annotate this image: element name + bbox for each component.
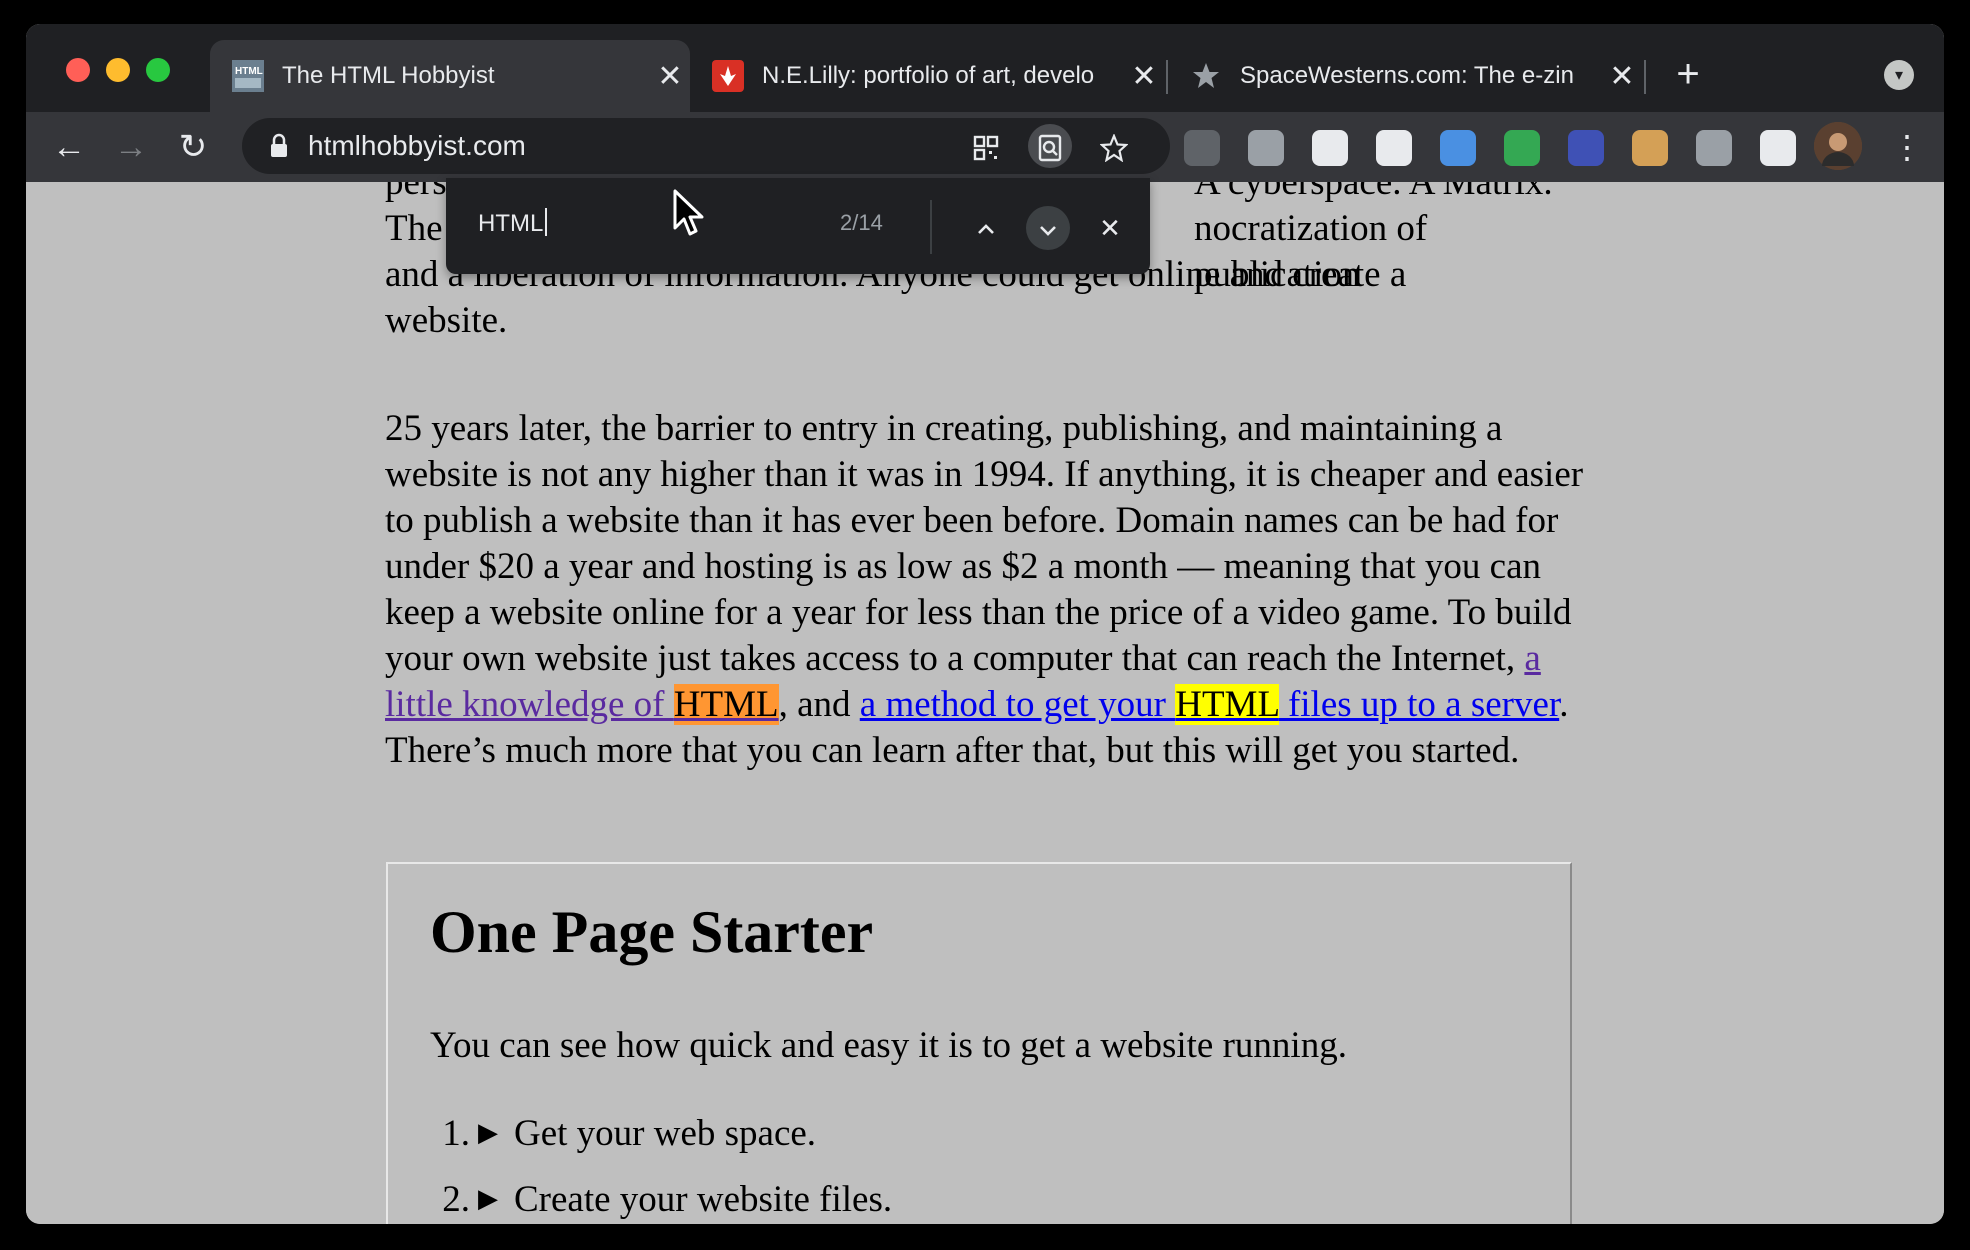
- disclosure-triangle-icon[interactable]: ▶: [478, 1118, 498, 1148]
- svg-text:HTML: HTML: [235, 66, 263, 77]
- screen-extension-icon[interactable]: [1440, 130, 1476, 166]
- cookie-extension-icon[interactable]: [1632, 130, 1668, 166]
- current-find-match: HTML: [673, 684, 779, 725]
- barrier-paragraph: 25 years later, the barrier to entry in …: [385, 406, 1599, 774]
- camera-extension-icon[interactable]: [1696, 130, 1732, 166]
- tab-nelilly[interactable]: N.E.Lilly: portfolio of art, develo ✕: [690, 40, 1164, 112]
- starter-steps: 1. ▶ Get your web space. 2. ▶ Create you…: [430, 1100, 892, 1224]
- browser-menu-icon[interactable]: ⋮: [1882, 122, 1932, 172]
- close-tab-icon[interactable]: ✕: [650, 59, 690, 94]
- extension-7-icon[interactable]: [1568, 130, 1604, 166]
- step-number: 2.: [442, 1178, 470, 1220]
- target-extension-icon[interactable]: [1248, 130, 1284, 166]
- new-tab-button[interactable]: +: [1666, 54, 1710, 98]
- paragraph-text: nocratization of publication: [1194, 208, 1428, 295]
- close-window-button[interactable]: [66, 58, 90, 82]
- find-divider: [930, 200, 932, 254]
- paragraph-text: 25 years later, the barrier to entry in …: [385, 408, 1584, 679]
- react-devtools-icon[interactable]: [1312, 130, 1348, 166]
- lock-icon[interactable]: [266, 132, 292, 160]
- close-tab-icon[interactable]: ✕: [1602, 59, 1642, 94]
- mouse-pointer-icon: [673, 189, 704, 236]
- tab-title: SpaceWesterns.com: The e-zin: [1240, 62, 1574, 89]
- starter-heading: One Page Starter: [430, 899, 874, 965]
- back-button[interactable]: ←: [44, 122, 94, 172]
- extension-4-icon[interactable]: [1376, 130, 1412, 166]
- spacewesterns-favicon-icon: [1190, 60, 1222, 92]
- find-in-page-icon[interactable]: [1028, 124, 1072, 168]
- tab-search-button[interactable]: ▾: [1884, 60, 1914, 90]
- zoom-window-button[interactable]: [146, 58, 170, 82]
- step-label[interactable]: Get your web space.: [514, 1112, 816, 1155]
- tab-html-hobbyist[interactable]: HTML The HTML Hobbyist ✕: [210, 40, 690, 112]
- tab-title: The HTML Hobbyist: [282, 62, 495, 89]
- step-label[interactable]: Create your website files.: [514, 1178, 892, 1221]
- find-bar: HTML 2/14 ✕: [446, 178, 1150, 274]
- nelilly-favicon-icon: [712, 60, 744, 92]
- next-match-chevron-down-icon[interactable]: [1026, 206, 1070, 250]
- step-number: 1.: [442, 1112, 470, 1154]
- one-page-starter-box: One Page Starter You can see how quick a…: [386, 862, 1572, 1224]
- address-bar[interactable]: htmlhobbyist.com: [242, 118, 1170, 174]
- starter-step-item[interactable]: 2. ▶ Create your website files.: [430, 1166, 892, 1224]
- reload-button[interactable]: ↻: [168, 122, 218, 172]
- starter-step-item[interactable]: 1. ▶ Get your web space.: [430, 1100, 892, 1166]
- find-query-text: HTML: [478, 210, 544, 237]
- tab-spacewesterns[interactable]: SpaceWesterns.com: The e-zin ✕: [1168, 40, 1642, 112]
- browser-window: HTML The HTML Hobbyist ✕ N.E.Lilly: port…: [26, 24, 1944, 1224]
- extension-1-icon[interactable]: [1184, 130, 1220, 166]
- disclosure-triangle-icon[interactable]: ▶: [478, 1184, 498, 1214]
- find-match-count: 2/14: [840, 210, 883, 235]
- minimize-window-button[interactable]: [106, 58, 130, 82]
- paragraph-text: A cyberspace. A Matrix.: [1194, 182, 1553, 203]
- upload-files-link[interactable]: a method to get your HTML files up to a …: [860, 684, 1559, 725]
- paragraph-text: pers: [385, 182, 447, 203]
- toolbar: ← → ↻ htmlhobbyist.com ⋮: [26, 112, 1944, 183]
- text-caret: [545, 208, 548, 236]
- html-hobbyist-favicon-icon: HTML: [232, 60, 264, 92]
- qr-code-icon[interactable]: [964, 124, 1008, 168]
- find-match-highlight: HTML: [1175, 684, 1279, 725]
- bookmark-star-icon[interactable]: [1092, 124, 1136, 168]
- puzzle-extensions-icon[interactable]: [1760, 130, 1796, 166]
- previous-match-chevron-up-icon[interactable]: [964, 206, 1008, 250]
- starter-intro: You can see how quick and easy it is to …: [430, 1025, 1347, 1066]
- tab-separator: [1644, 60, 1646, 94]
- link-text: files up to a server: [1278, 684, 1560, 725]
- paragraph-text: The: [385, 208, 443, 249]
- page-content: pers A cyberspace. A Matrix. The nocrati…: [26, 182, 1944, 1224]
- tab-title: N.E.Lilly: portfolio of art, develo: [762, 62, 1095, 89]
- url-text[interactable]: htmlhobbyist.com: [308, 130, 526, 162]
- find-input[interactable]: HTML: [478, 208, 548, 238]
- tab-strip: HTML The HTML Hobbyist ✕ N.E.Lilly: port…: [26, 24, 1944, 112]
- chart-extension-icon[interactable]: [1504, 130, 1540, 166]
- link-text: a method to get your: [859, 684, 1176, 725]
- close-tab-icon[interactable]: ✕: [1124, 59, 1164, 94]
- close-find-bar-icon[interactable]: ✕: [1088, 206, 1132, 250]
- profile-avatar[interactable]: [1814, 122, 1862, 170]
- forward-button[interactable]: →: [106, 122, 156, 172]
- paragraph-text: , and: [778, 684, 860, 725]
